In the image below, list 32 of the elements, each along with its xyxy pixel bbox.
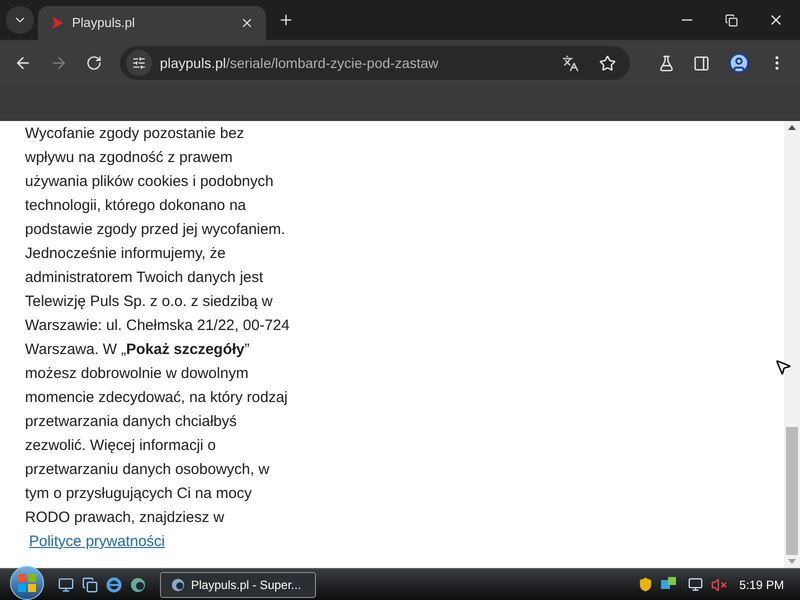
- browser-tab[interactable]: Playpuls.pl: [38, 6, 266, 40]
- taskbar-window-button[interactable]: Playpuls.pl - Super...: [160, 572, 316, 598]
- star-icon[interactable]: [599, 54, 616, 72]
- tab-title: Playpuls.pl: [72, 14, 136, 32]
- scrollbar[interactable]: [784, 121, 800, 568]
- new-tab-icon[interactable]: [278, 12, 294, 28]
- clock: 5:19 PM: [739, 576, 784, 594]
- sliders-icon: [132, 56, 146, 70]
- site-info-button[interactable]: [126, 50, 152, 76]
- windows-logo-icon: [18, 574, 36, 592]
- scrollbar-thumb[interactable]: [786, 427, 798, 555]
- monitor-icon[interactable]: [688, 577, 704, 592]
- close-icon[interactable]: [240, 16, 254, 30]
- url-text: playpuls.pl/seriale/lombard-zycie-pod-zastaw: [160, 54, 440, 73]
- start-button[interactable]: [10, 566, 44, 600]
- consent-paragraph: Wycofanie zgody pozostanie bez wpływu na zgodność z prawem używania plików cookies i podobnych technologii, którego dokonano na podstawie zgody przed jej wycofaniem. Jednocześnie informujemy, że administratorem Twoich danych jest Telewizję Puls Sp. z o.o. z siedzibą w Warszawie: ul. Chełmska 21/22, 00-724 Warszawa. W „Pokaż szczegóły” możesz dobrowolnie w dowolnym momencie zdecydować, na który rodzaj przetwarzania danych chciałbyś zezwolić. Więcej informacji o przetwarzaniu danych osobowych, w tym o przysługujących Ci na mocy RODO prawach, znajdziesz w Polityce prywatności: [25, 124, 291, 552]
- side-panel-icon[interactable]: [693, 54, 710, 72]
- scroll-up-icon[interactable]: [788, 125, 796, 130]
- restore-icon[interactable]: [725, 14, 738, 26]
- desktop-icon[interactable]: [58, 576, 74, 592]
- switch-windows-icon[interactable]: [82, 576, 98, 592]
- mouse-cursor-icon: [774, 358, 792, 376]
- privacy-policy-link[interactable]: Polityce prywatności: [29, 533, 165, 550]
- logo-icon: [50, 16, 64, 30]
- profile-icon[interactable]: [728, 52, 750, 74]
- flask-icon[interactable]: [658, 54, 676, 72]
- back-icon[interactable]: [14, 54, 32, 72]
- muted-speaker-icon[interactable]: [711, 576, 728, 592]
- translate-icon[interactable]: [562, 54, 580, 72]
- address-bar[interactable]: playpuls.pl/seriale/lombard-zycie-pod-zastaw: [120, 46, 630, 80]
- shield-icon[interactable]: [638, 577, 654, 592]
- reload-icon[interactable]: [86, 55, 102, 71]
